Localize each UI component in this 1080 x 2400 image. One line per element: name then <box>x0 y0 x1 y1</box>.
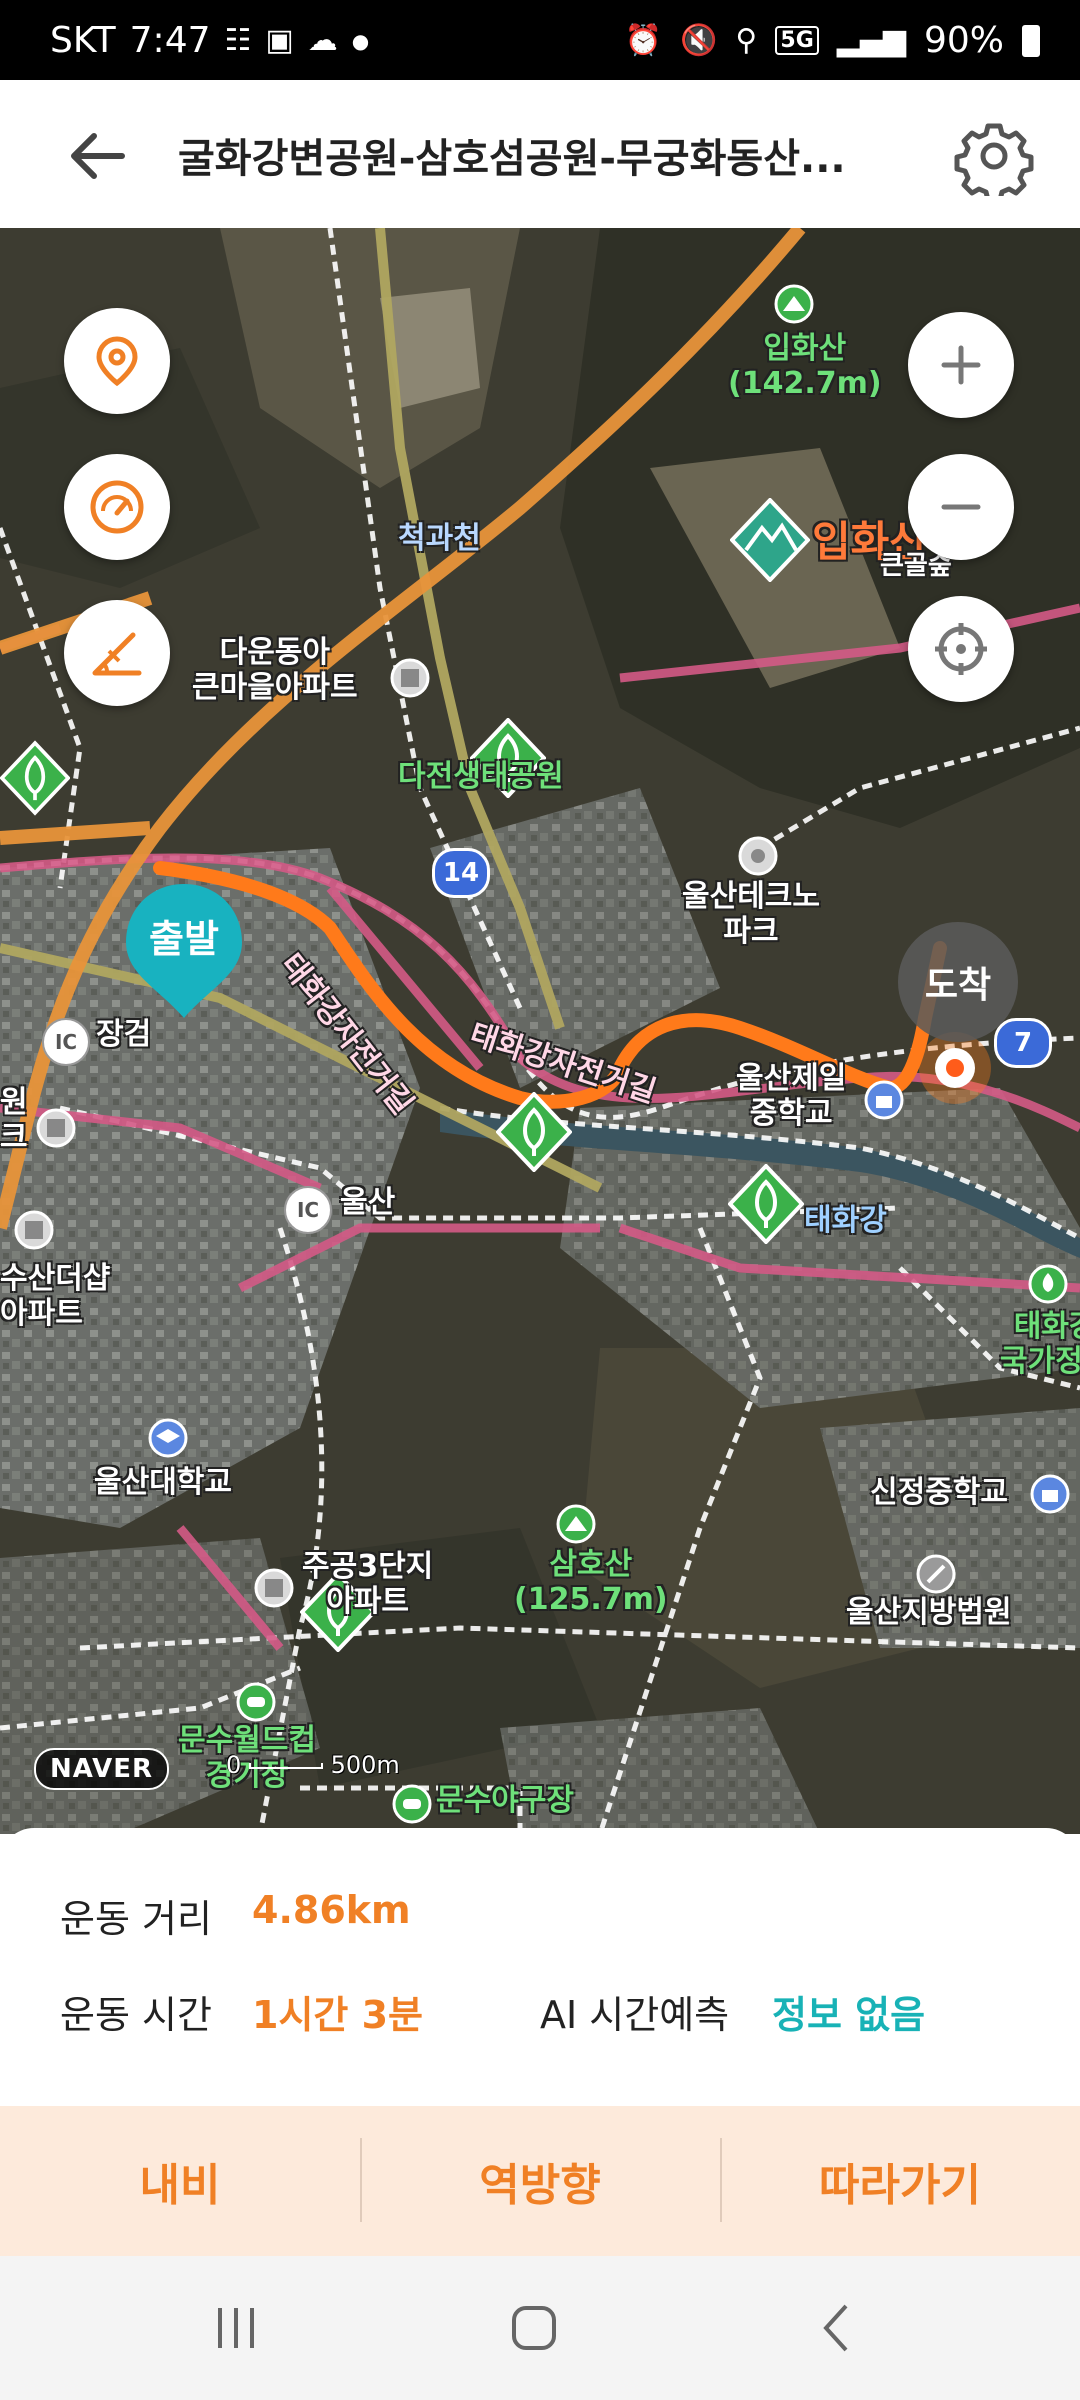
action-bar: 내비 역방향 따라가기 <box>0 2106 1080 2256</box>
reverse-button[interactable]: 역방향 <box>360 2106 720 2256</box>
scale-distance: 500m <box>330 1751 400 1779</box>
apartment-icon <box>14 1210 54 1250</box>
gear-icon <box>954 123 1034 203</box>
time-value: 1시간 3분 <box>252 1993 423 2037</box>
ic-badge: IC <box>284 1186 332 1234</box>
slope-icon <box>92 632 142 676</box>
route-7-badge: 7 <box>994 1018 1052 1068</box>
end-label: 도착 <box>924 965 992 1006</box>
apartment-icon <box>254 1568 294 1608</box>
home-icon[interactable] <box>494 2296 574 2360</box>
route-info-sheet: 운동 거리 4.86km 운동 시간 1시간 3분 AI 시간예측 정보 없음 <box>0 1828 1080 2094</box>
ai-prediction-value: 정보 없음 <box>772 1993 926 2037</box>
current-location-button[interactable] <box>908 596 1014 702</box>
alarm-icon: ⏰ <box>624 23 663 58</box>
time-label: 운동 시간 <box>60 1993 212 2037</box>
map-label-ulsan-court: 울산지방법원 <box>846 1595 1012 1630</box>
location-icon: ⚲ <box>735 23 758 58</box>
apartment-icon <box>390 658 430 698</box>
map-label-taehwa-national: 태화강 국가정원 <box>1000 1309 1080 1379</box>
scale-zero: 0 <box>226 1751 242 1779</box>
plus-icon <box>941 345 981 385</box>
back-button[interactable] <box>60 116 140 196</box>
clock: 7:47 <box>129 20 211 61</box>
map-label-cheokgwacheon: 척과천 <box>398 521 481 556</box>
page-title: 굴화강변공원-삼호섬공원-무궁화동산... <box>178 136 846 182</box>
ic-badge: IC <box>42 1018 90 1066</box>
school-icon <box>1030 1474 1070 1514</box>
battery-icon <box>1022 24 1040 57</box>
park-small-icon <box>1028 1264 1068 1304</box>
map-label-jugong3: 주공3단지 아파트 <box>302 1549 434 1619</box>
map-label-ulsan-techno: 울산테크노 파크 <box>682 879 820 949</box>
cloud-icon: ☁ <box>307 23 338 58</box>
map-label-sinjeong-ms: 신정중학교 <box>870 1475 1008 1510</box>
zoom-in-button[interactable] <box>908 312 1014 418</box>
distance-value: 4.86km <box>252 1888 411 1932</box>
map-label-ulsan-univ: 울산대학교 <box>94 1465 232 1500</box>
route-14-badge: 14 <box>432 848 490 898</box>
status-bar: SKT 7:47 ☷ ▣ ☁ ● ⏰ 🔇 ⚲ 5G ▂▄▆ 90% <box>0 0 1080 80</box>
speed-button[interactable] <box>64 454 170 560</box>
recent-apps-icon[interactable] <box>196 2296 276 2360</box>
end-marker[interactable]: 도착 <box>898 922 1018 1042</box>
map-label-left-edge: 원 크 <box>0 1085 28 1155</box>
map-label-ulsan-jeil: 울산제일 중학교 <box>736 1061 847 1131</box>
stadium-icon <box>236 1682 276 1722</box>
back-nav-icon[interactable] <box>796 2296 876 2360</box>
map-label-taehwa-river: 태화강 <box>804 1203 887 1238</box>
speedometer-icon <box>90 480 144 534</box>
network-type: 5G <box>775 26 819 55</box>
settings-button[interactable] <box>954 116 1034 203</box>
map-label-dajeon-park: 다전생태공원 <box>398 759 564 794</box>
park-marker[interactable] <box>496 1092 572 1172</box>
minus-icon <box>941 504 981 510</box>
mountain-peak-icon <box>556 1504 596 1544</box>
system-nav-bar <box>0 2256 1080 2400</box>
park-marker[interactable] <box>728 1164 804 1244</box>
crosshair-icon <box>935 623 987 675</box>
signal-icon: ▂▄▆ <box>836 23 906 58</box>
mute-icon: 🔇 <box>680 23 718 58</box>
apartment-icon <box>36 1108 76 1148</box>
distance-label: 운동 거리 <box>60 1897 212 1941</box>
start-label: 출발 <box>149 917 219 961</box>
zoom-out-button[interactable] <box>908 454 1014 560</box>
map-label-suan-apt: 수산더샵 아파트 <box>0 1261 111 1331</box>
map-view[interactable]: 14 7 IC IC 입화산 (142.7m) 입화산 큰골숲 척과천 다운동아… <box>0 228 1080 1834</box>
footprint-icon: ☷ <box>224 23 252 58</box>
park-marker[interactable] <box>0 738 70 818</box>
court-icon <box>916 1554 956 1594</box>
location-pin-icon <box>96 336 138 387</box>
map-label-munsu-baseball: 문수야구장 <box>436 1783 574 1818</box>
stadium-icon <box>392 1784 432 1824</box>
mountain-marker[interactable] <box>730 498 810 582</box>
map-label-jangeom: 장검 <box>96 1017 152 1052</box>
map-label-daun-apt: 다운동아 큰마을아파트 <box>192 635 358 705</box>
app-header: 굴화강변공원-삼호섬공원-무궁화동산... <box>0 80 1080 229</box>
start-marker[interactable]: 출발 <box>122 880 246 1020</box>
techno-park-icon <box>738 836 778 876</box>
follow-button[interactable]: 따라가기 <box>720 2106 1080 2256</box>
map-label-ulsan-ic: 울산 <box>340 1185 396 1220</box>
arrow-left-icon <box>71 133 125 179</box>
my-location-pin-button[interactable] <box>64 308 170 414</box>
carrier-label: SKT <box>50 20 116 61</box>
navi-button[interactable]: 내비 <box>0 2106 360 2256</box>
map-scale: 0 500m <box>226 1751 400 1779</box>
elevation-button[interactable] <box>64 600 170 706</box>
ai-prediction-label: AI 시간예측 <box>540 1993 730 2037</box>
mountain-peak-icon <box>774 284 814 324</box>
image-icon: ▣ <box>265 23 294 58</box>
naver-logo: NAVER <box>34 1748 170 1790</box>
map-label-samhosan: 삼호산 (125.7m) <box>514 1547 668 1617</box>
battery-percent: 90% <box>923 20 1004 61</box>
map-label-iphwasan-peak: 입화산 (142.7m) <box>728 331 882 401</box>
school-icon <box>864 1080 904 1120</box>
school-icon <box>148 1418 188 1458</box>
dot-icon: ● <box>351 28 370 53</box>
